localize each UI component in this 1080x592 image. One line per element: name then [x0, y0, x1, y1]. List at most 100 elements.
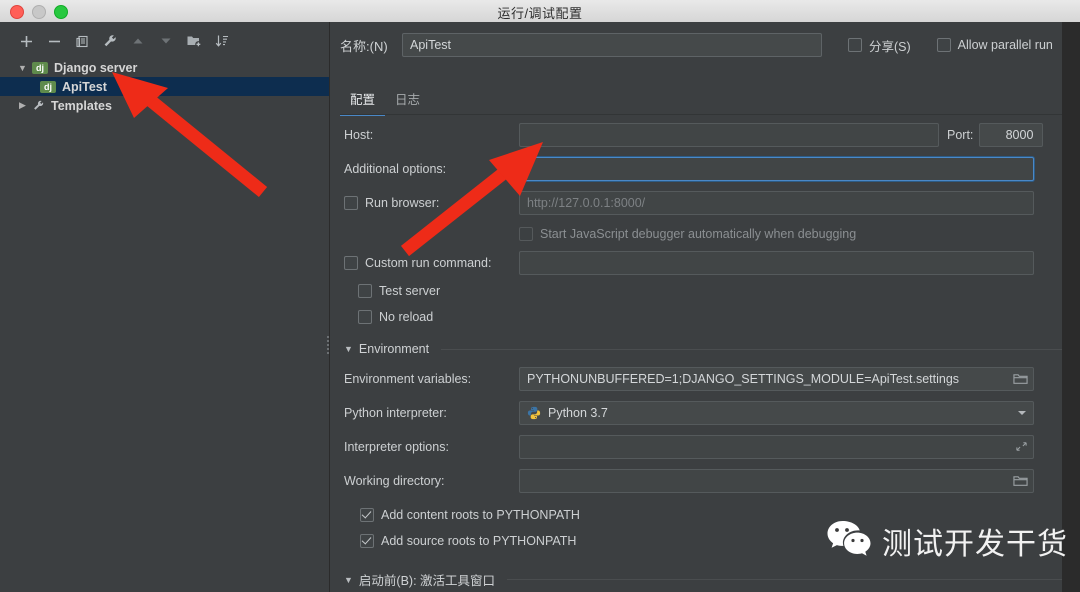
host-input[interactable] — [519, 123, 939, 147]
chevron-down-icon[interactable]: ▼ — [16, 61, 29, 74]
interpreter-options-label: Interpreter options: — [344, 440, 449, 454]
tree-group-label: Templates — [51, 98, 112, 113]
title-bar: 运行/调试配置 — [0, 0, 1080, 23]
test-server-checkbox-box[interactable] — [358, 284, 372, 298]
custom-run-command-checkbox[interactable]: Custom run command: — [344, 256, 519, 270]
chevron-right-icon[interactable]: ▶ — [16, 99, 29, 112]
tree-group-templates[interactable]: ▶ Templates — [0, 96, 329, 115]
additional-options-label: Additional options: — [344, 162, 447, 176]
right-gutter — [1062, 22, 1080, 592]
host-label: Host: — [344, 128, 374, 142]
no-reload-checkbox[interactable]: No reload — [330, 304, 1080, 330]
start-js-debugger-checkbox[interactable]: Start JavaScript debugger automatically … — [330, 220, 1080, 248]
wechat-watermark: 测试开发干货 — [826, 518, 1068, 563]
test-server-checkbox[interactable]: Test server — [330, 278, 1080, 304]
environment-section-title: Environment — [358, 342, 430, 356]
watermark-text: 测试开发干货 — [882, 527, 1068, 561]
host-row: Host: Port: 8000 — [330, 118, 1080, 152]
wrench-icon[interactable] — [98, 30, 122, 52]
tree-group-label: Django server — [54, 60, 138, 75]
tab-logs[interactable]: 日志 — [385, 86, 430, 116]
copy-icon[interactable] — [70, 30, 94, 52]
python-icon — [527, 406, 541, 420]
configuration-form: Host: Port: 8000 Additional options: Run… — [330, 118, 1080, 558]
custom-run-command-input[interactable] — [519, 251, 1034, 275]
sort-icon[interactable] — [210, 30, 234, 52]
tree-group-django-server[interactable]: ▼ dj Django server — [0, 58, 329, 77]
python-interpreter-select[interactable]: Python 3.7 — [519, 401, 1034, 425]
name-row: 名称:(N) ApiTest 分享(S) Allow parallel run — [330, 32, 1080, 58]
working-directory-label: Working directory: — [344, 474, 445, 488]
remove-button[interactable] — [42, 30, 66, 52]
browse-folder-icon[interactable] — [1013, 474, 1028, 488]
additional-options-row: Additional options: — [330, 152, 1080, 186]
configuration-tabs: 配置 日志 — [330, 86, 1080, 116]
before-launch-label: 启动前(B): 激活工具窗口 — [358, 574, 496, 588]
run-browser-label: Run browser: — [365, 196, 440, 210]
environment-section-header[interactable]: ▼ Environment — [330, 336, 1080, 362]
working-directory-input[interactable] — [519, 469, 1034, 493]
tree-item-label: ApiTest — [62, 79, 107, 94]
section-divider — [507, 579, 1080, 580]
python-interpreter-value: Python 3.7 — [548, 406, 608, 420]
run-browser-checkbox-box[interactable] — [344, 196, 358, 210]
run-debug-configuration-dialog: 运行/调试配置 ▼ dj Django server dj ApiTest ▶ … — [0, 0, 1080, 592]
interpreter-options-input[interactable] — [519, 435, 1034, 459]
custom-run-command-row: Custom run command: — [330, 248, 1080, 278]
run-browser-url-input[interactable]: http://127.0.0.1:8000/ — [519, 191, 1034, 215]
sidebar-toolbar — [0, 28, 343, 54]
add-source-roots-checkbox-box[interactable] — [360, 534, 374, 548]
test-server-label: Test server — [379, 284, 441, 298]
additional-options-input[interactable] — [519, 157, 1034, 181]
run-browser-url-placeholder: http://127.0.0.1:8000/ — [527, 196, 646, 210]
name-input[interactable]: ApiTest — [402, 33, 822, 57]
working-directory-row: Working directory: — [330, 464, 1080, 498]
section-divider — [441, 348, 1070, 350]
wrench-icon — [32, 99, 45, 112]
share-checkbox-box[interactable] — [848, 38, 862, 52]
django-badge: dj — [32, 61, 48, 74]
share-checkbox-label: 分享(S) — [869, 39, 911, 54]
allow-parallel-run-checkbox[interactable]: Allow parallel run — [936, 38, 1053, 52]
window-title: 运行/调试配置 — [497, 6, 583, 21]
custom-run-command-checkbox-box[interactable] — [344, 256, 358, 270]
chevron-down-icon[interactable]: ▼ — [344, 344, 353, 354]
run-browser-checkbox[interactable]: Run browser: — [344, 196, 519, 210]
django-badge: dj — [40, 80, 56, 93]
environment-variables-row: Environment variables: PYTHONUNBUFFERED=… — [330, 362, 1080, 396]
share-checkbox[interactable]: 分享(S) — [848, 36, 911, 55]
add-content-roots-label: Add content roots to PYTHONPATH — [381, 508, 580, 522]
port-label: Port: — [947, 128, 974, 142]
wechat-icon — [826, 518, 872, 563]
chevron-down-icon[interactable] — [1018, 411, 1026, 415]
environment-variables-label: Environment variables: — [344, 372, 472, 386]
triangle-up-icon[interactable] — [126, 30, 150, 52]
environment-variables-input[interactable]: PYTHONUNBUFFERED=1;DJANGO_SETTINGS_MODUL… — [519, 367, 1034, 391]
no-reload-label: No reload — [379, 310, 434, 324]
before-launch-section-header[interactable]: ▼ 启动前(B): 激活工具窗口 — [330, 570, 1080, 589]
allow-parallel-run-label: Allow parallel run — [957, 38, 1053, 52]
browse-folder-icon[interactable] — [1013, 372, 1028, 386]
triangle-down-icon[interactable] — [154, 30, 178, 52]
folder-plus-icon[interactable] — [182, 30, 206, 52]
start-js-debugger-checkbox-box[interactable] — [519, 227, 533, 241]
add-button[interactable] — [14, 30, 38, 52]
port-input[interactable]: 8000 — [979, 123, 1044, 147]
add-source-roots-label: Add source roots to PYTHONPATH — [381, 534, 577, 548]
configuration-main-panel: 名称:(N) ApiTest 分享(S) Allow parallel run … — [330, 22, 1080, 592]
custom-run-command-label: Custom run command: — [365, 256, 492, 270]
configurations-sidebar: ▼ dj Django server dj ApiTest ▶ Template… — [0, 22, 330, 592]
run-browser-row: Run browser: http://127.0.0.1:8000/ — [330, 186, 1080, 220]
start-js-debugger-label: Start JavaScript debugger automatically … — [540, 227, 857, 241]
name-label: 名称:(N) — [340, 38, 388, 54]
allow-parallel-run-checkbox-box[interactable] — [936, 38, 951, 52]
tab-separator — [340, 114, 1080, 115]
text-caret — [527, 162, 528, 176]
expand-icon[interactable] — [1015, 440, 1028, 453]
sidebar-item-apitest[interactable]: dj ApiTest — [0, 77, 329, 96]
python-interpreter-row: Python interpreter: Python 3.7 — [330, 396, 1080, 430]
no-reload-checkbox-box[interactable] — [358, 310, 372, 324]
add-content-roots-checkbox-box[interactable] — [360, 508, 374, 522]
chevron-down-icon[interactable]: ▼ — [344, 575, 353, 585]
tab-configuration[interactable]: 配置 — [340, 86, 386, 116]
